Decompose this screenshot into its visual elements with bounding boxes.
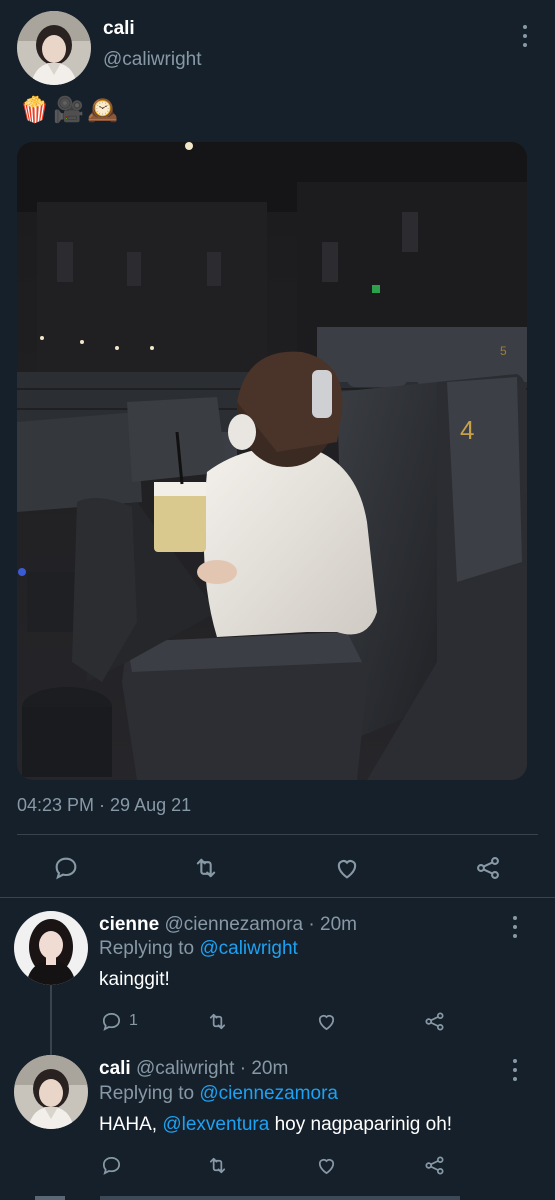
reply-icon bbox=[102, 1012, 121, 1031]
like-icon bbox=[318, 1014, 335, 1030]
reply-time: · 20m bbox=[239, 1058, 289, 1079]
mention-link[interactable]: @ciennezamora bbox=[199, 1083, 338, 1104]
reply-tweet[interactable]: cienne @ciennezamora · 20m Replying to @… bbox=[0, 900, 555, 1040]
seat-number-4: 4 bbox=[460, 415, 474, 445]
reply-text-content: HAHA, bbox=[99, 1114, 163, 1135]
more-options-icon[interactable] bbox=[519, 25, 531, 47]
reply-count: 1 bbox=[129, 1012, 138, 1029]
replying-label: Replying to bbox=[99, 1083, 195, 1104]
reply-actions: 1 bbox=[0, 1008, 555, 1034]
display-name[interactable]: cali bbox=[99, 1058, 131, 1079]
reply-text-content: hoy nagpaparinig oh! bbox=[269, 1114, 453, 1135]
reply-time: · 20m bbox=[308, 914, 357, 935]
mantelpiece-clock-emoji: 🕰️ bbox=[87, 96, 119, 124]
divider bbox=[17, 834, 538, 835]
replying-label: Replying to bbox=[99, 938, 195, 959]
reply-header: cienne @ciennezamora · 20m bbox=[99, 914, 357, 936]
display-name[interactable]: cali bbox=[103, 18, 135, 40]
reply-header: cali @caliwright · 20m bbox=[99, 1058, 288, 1080]
movie-theater-photo: 4 5 bbox=[17, 142, 527, 780]
reply-actions bbox=[0, 1152, 555, 1178]
next-reply-peek bbox=[0, 1193, 555, 1200]
like-button[interactable] bbox=[315, 1152, 338, 1178]
retweet-button[interactable] bbox=[206, 1008, 229, 1034]
reply-button[interactable]: 1 bbox=[100, 1008, 138, 1034]
share-icon[interactable] bbox=[472, 852, 504, 884]
movie-camera-emoji: 🎥 bbox=[53, 96, 85, 124]
user-handle[interactable]: @caliwright bbox=[136, 1058, 234, 1079]
replying-to: Replying to @caliwright bbox=[99, 938, 298, 960]
share-icon bbox=[425, 1011, 444, 1031]
replying-to: Replying to @ciennezamora bbox=[99, 1083, 338, 1105]
share-icon bbox=[425, 1155, 444, 1175]
like-icon[interactable] bbox=[331, 852, 363, 884]
mention-link[interactable]: @caliwright bbox=[199, 938, 297, 959]
retweet-icon bbox=[209, 1013, 226, 1029]
reply-button[interactable] bbox=[100, 1152, 123, 1178]
avatar-image bbox=[17, 11, 91, 85]
reply-icon bbox=[102, 1156, 121, 1175]
popcorn-emoji: 🍿 bbox=[19, 96, 51, 124]
avatar[interactable] bbox=[17, 11, 91, 85]
avatar[interactable] bbox=[14, 1055, 88, 1129]
tweet-photo[interactable]: 4 5 bbox=[17, 142, 527, 780]
user-handle[interactable]: @ciennezamora bbox=[164, 914, 303, 935]
avatar[interactable] bbox=[14, 911, 88, 985]
reply-text-content: kainggit! bbox=[99, 969, 170, 990]
divider bbox=[0, 897, 555, 898]
tweet-text: 🍿 🎥 🕰️ bbox=[19, 96, 118, 125]
reply-tweet[interactable]: cali @caliwright · 20m Replying to @cien… bbox=[0, 1043, 555, 1193]
tweet-actions bbox=[0, 852, 555, 884]
like-button[interactable] bbox=[315, 1008, 338, 1034]
display-name[interactable]: cienne bbox=[99, 914, 159, 935]
retweet-button[interactable] bbox=[206, 1152, 229, 1178]
seat-number-5: 5 bbox=[500, 344, 507, 358]
user-handle[interactable]: @caliwright bbox=[103, 49, 201, 71]
tweet-timestamp: 04:23 PM · 29 Aug 21 bbox=[17, 795, 192, 815]
share-button[interactable] bbox=[423, 1152, 446, 1178]
mention-link[interactable]: @lexventura bbox=[162, 1114, 269, 1135]
share-button[interactable] bbox=[423, 1008, 446, 1034]
retweet-icon bbox=[209, 1157, 226, 1173]
like-icon bbox=[318, 1158, 335, 1174]
more-options-icon[interactable] bbox=[509, 1059, 521, 1081]
reply-icon[interactable] bbox=[50, 852, 82, 884]
avatar-image bbox=[14, 1055, 88, 1129]
reply-text: HAHA, @lexventura hoy nagpaparinig oh! bbox=[99, 1114, 452, 1136]
retweet-icon[interactable] bbox=[190, 852, 222, 884]
avatar-image bbox=[14, 911, 88, 985]
reply-text: kainggit! bbox=[99, 969, 170, 991]
more-options-icon[interactable] bbox=[509, 916, 521, 938]
